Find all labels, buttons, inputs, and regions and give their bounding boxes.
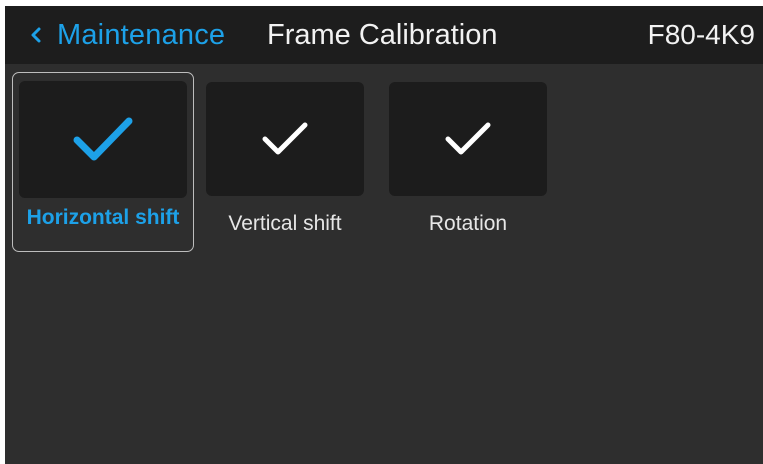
page-title: Frame Calibration [267, 19, 498, 51]
device-name: F80-4K9 [647, 19, 755, 50]
tile-icon-box [206, 82, 364, 196]
check-icon [73, 117, 133, 160]
header-bar: Maintenance Frame Calibration F80-4K9 [5, 6, 763, 64]
chevron-left-icon [31, 27, 41, 43]
tile-label: Vertical shift [228, 212, 342, 235]
tile-label: Horizontal shift [26, 206, 180, 229]
screen: Maintenance Frame Calibration F80-4K9 Ho… [5, 6, 763, 464]
tile-icon-box [389, 82, 547, 196]
check-icon [445, 122, 491, 155]
tile-icon-box [19, 81, 187, 198]
check-icon [262, 122, 308, 155]
back-button[interactable]: Maintenance [25, 6, 225, 64]
tile-horizontal-shift[interactable]: Horizontal shift [12, 72, 194, 252]
tile-label: Rotation [428, 212, 508, 235]
tile-vertical-shift[interactable]: Vertical shift [194, 72, 376, 252]
tile-rotation[interactable]: Rotation [377, 72, 559, 252]
back-label: Maintenance [57, 18, 226, 51]
